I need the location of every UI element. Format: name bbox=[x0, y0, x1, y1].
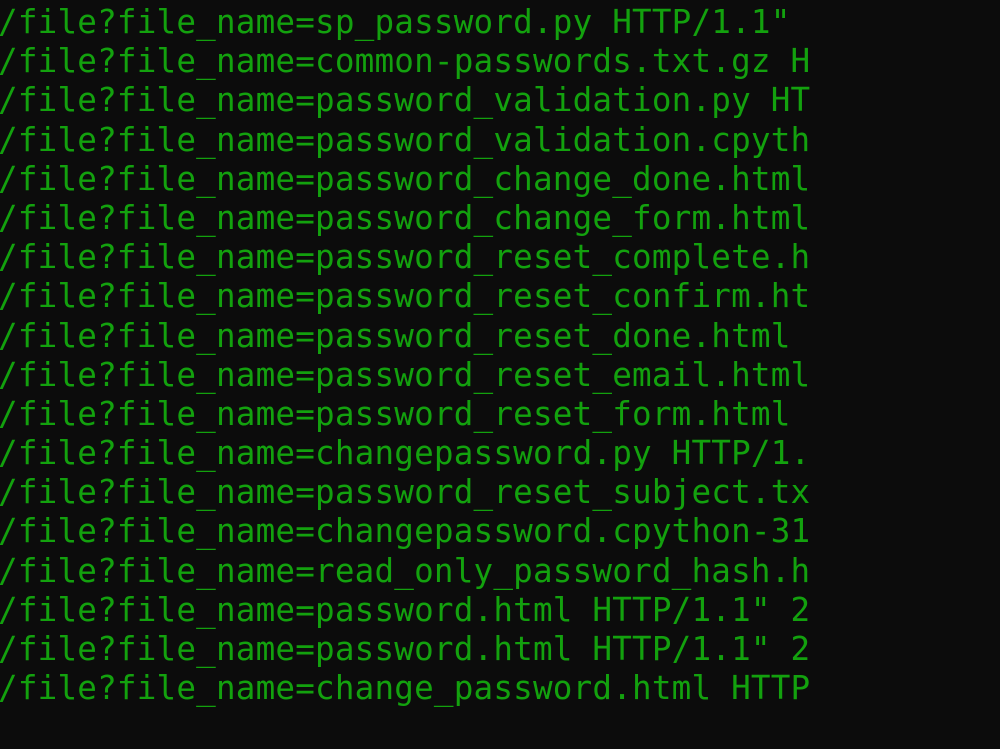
log-line: /file?file_name=password_validation.cpyt… bbox=[0, 120, 811, 159]
log-line: /file?file_name=sp_password.py HTTP/1.1" bbox=[0, 3, 791, 41]
log-line: /file?file_name=password_reset_subject.t… bbox=[0, 473, 811, 512]
log-line: /file?file_name=changepassword.cpython-3… bbox=[0, 512, 811, 551]
log-line: /file?file_name=password_change_form.htm… bbox=[0, 198, 811, 237]
log-line: /file?file_name=common-passwords.txt.gz … bbox=[0, 42, 811, 81]
log-line: /file?file_name=password_validation.py H… bbox=[0, 81, 811, 120]
log-line: /file?file_name=password.html HTTP/1.1" … bbox=[0, 590, 811, 629]
log-line: /file?file_name=change_password.html HTT… bbox=[0, 669, 811, 708]
log-line: /file?file_name=password_change_done.htm… bbox=[0, 159, 811, 198]
log-line: /file?file_name=password_reset_done.html bbox=[0, 316, 811, 355]
log-line: /file?file_name=password_reset_complete.… bbox=[0, 238, 811, 277]
log-line: /file?file_name=password_reset_confirm.h… bbox=[0, 277, 811, 316]
log-line: /file?file_name=password_reset_form.html bbox=[0, 394, 811, 433]
terminal-window[interactable]: /file?file_name=sp_password.py HTTP/1.1"… bbox=[0, 0, 1000, 749]
server-log-output: /file?file_name=sp_password.py HTTP/1.1"… bbox=[0, 3, 810, 708]
log-line: /file?file_name=password_reset_email.htm… bbox=[0, 355, 811, 394]
log-line: /file?file_name=password.html HTTP/1.1" … bbox=[0, 630, 811, 668]
log-line: /file?file_name=read_only_password_hash.… bbox=[0, 551, 811, 590]
log-line: /file?file_name=changepassword.py HTTP/1… bbox=[0, 434, 811, 473]
